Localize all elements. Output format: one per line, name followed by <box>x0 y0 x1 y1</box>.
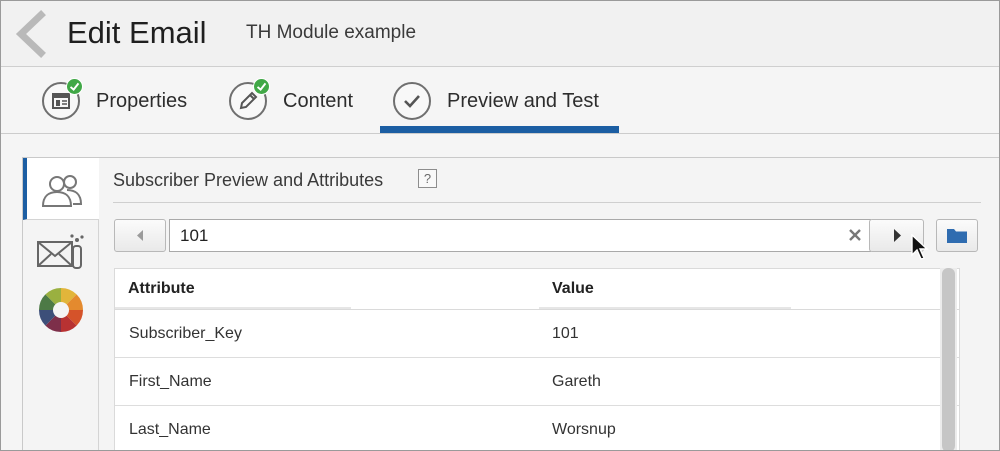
attribute-cell: Subscriber_Key <box>129 325 242 342</box>
tab-content[interactable]: Content <box>229 68 369 134</box>
folder-icon <box>947 229 967 243</box>
previous-subscriber-button[interactable] <box>114 219 166 252</box>
email-send-icon <box>37 234 84 269</box>
column-header-value[interactable]: Value <box>552 280 594 298</box>
divider <box>113 202 981 203</box>
preview-content: Subscriber Preview and Attributes ? 101 … <box>22 157 999 450</box>
spacer <box>1 135 999 157</box>
rail-item-color-wheel[interactable] <box>23 282 98 338</box>
attribute-cell: First_Name <box>129 373 212 390</box>
email-name: TH Module example <box>246 22 417 43</box>
scrollbar-thumb[interactable] <box>942 268 955 450</box>
table-header: Attribute Value <box>115 269 959 310</box>
browse-folder-button[interactable] <box>936 219 978 252</box>
attribute-cell: Last_Name <box>129 421 211 438</box>
table-row[interactable]: First_Name Gareth <box>115 358 959 406</box>
complete-check-icon <box>66 78 83 95</box>
header-bar: Edit Email TH Module example <box>1 1 999 67</box>
step-tabs: Properties Content Preview and Test <box>1 68 999 134</box>
page-title: Edit Email <box>67 15 207 50</box>
panel-title: Subscriber Preview and Attributes <box>113 170 384 190</box>
back-chevron-icon[interactable] <box>11 9 51 59</box>
column-underline <box>539 307 791 309</box>
subscribers-icon <box>41 175 83 207</box>
table-row[interactable]: Last_Name Worsnup <box>115 406 959 450</box>
attributes-table: Attribute Value Subscriber_Key 101 First… <box>114 268 960 450</box>
help-icon[interactable]: ? <box>418 169 437 188</box>
value-cell: 101 <box>552 325 579 342</box>
rail-item-subscribers[interactable] <box>23 158 99 220</box>
color-wheel-icon <box>38 287 84 333</box>
subscriber-search-input[interactable] <box>169 219 871 252</box>
column-underline <box>115 307 351 309</box>
rail-item-email-send[interactable] <box>23 228 98 276</box>
column-header-attribute[interactable]: Attribute <box>128 280 195 298</box>
check-circle-icon <box>393 82 431 120</box>
edit-email-window: Edit Email TH Module example Properties <box>0 0 1000 451</box>
tab-label: Preview and Test <box>447 90 599 112</box>
caret-left-icon <box>137 230 143 241</box>
tab-label: Properties <box>96 90 188 112</box>
tab-properties[interactable]: Properties <box>42 68 202 134</box>
active-tab-indicator <box>380 126 619 133</box>
table-row[interactable]: Subscriber_Key 101 <box>115 310 959 358</box>
clear-icon[interactable] <box>845 225 865 245</box>
mouse-cursor-icon <box>911 234 929 260</box>
side-rail <box>23 158 99 450</box>
value-cell: Worsnup <box>552 421 616 438</box>
table-scrollbar[interactable] <box>940 268 957 450</box>
complete-check-icon <box>253 78 270 95</box>
value-cell: Gareth <box>552 373 601 390</box>
tab-preview-and-test[interactable]: Preview and Test <box>393 68 619 134</box>
tab-label: Content <box>283 90 354 112</box>
subscriber-preview-panel: Subscriber Preview and Attributes ? 101 … <box>100 158 999 450</box>
